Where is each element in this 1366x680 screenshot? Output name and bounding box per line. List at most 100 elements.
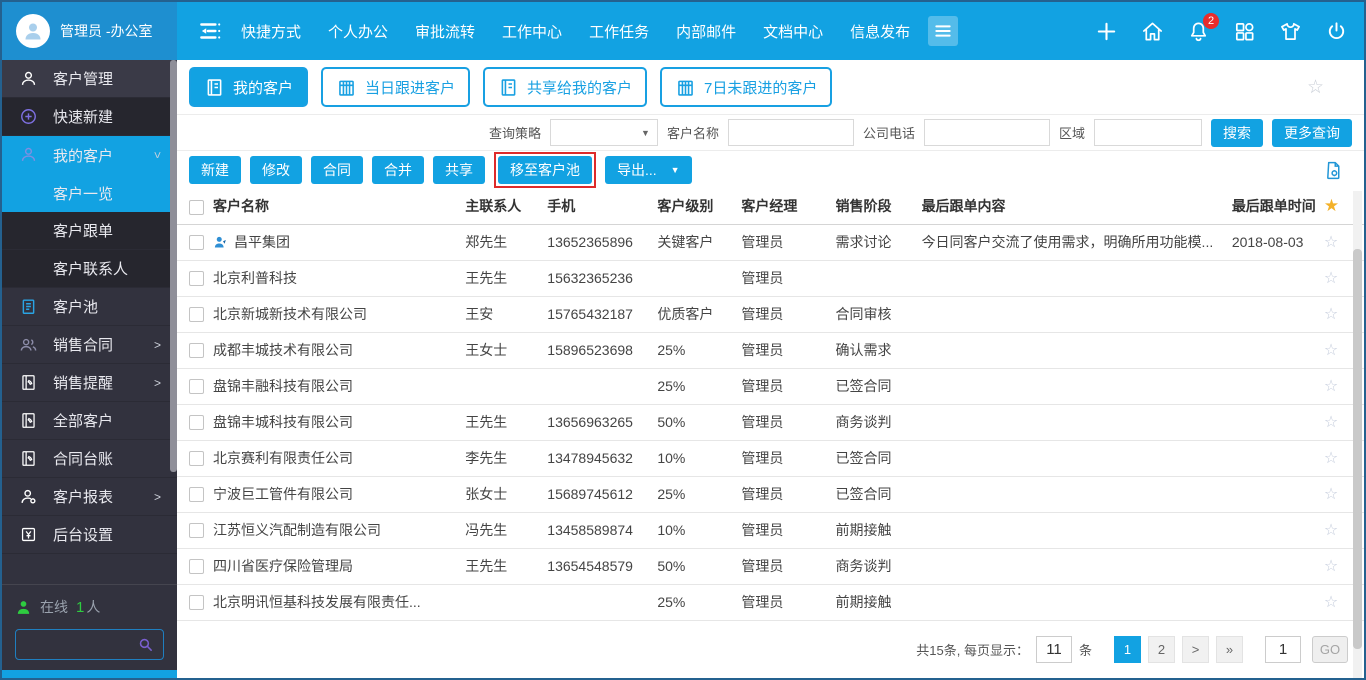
tab-my-customers[interactable]: 我的客户 (189, 67, 308, 107)
sidebar-item-sales-reminder[interactable]: 销售提醒 > (2, 364, 177, 402)
nav-item[interactable]: 快捷方式 (241, 21, 301, 42)
apps-grid-icon[interactable] (1233, 20, 1256, 43)
row-star-icon[interactable]: ☆ (1324, 234, 1338, 251)
page-size-input[interactable] (1036, 636, 1072, 663)
customer-name[interactable]: 成都丰城技术有限公司 (213, 340, 353, 360)
tab-7days-not-followed[interactable]: 7日未跟进的客户 (660, 67, 832, 107)
star-header-icon[interactable]: ★ (1324, 196, 1339, 215)
row-checkbox[interactable] (189, 343, 204, 358)
sidebar-item-all-customers[interactable]: 全部客户 (2, 402, 177, 440)
row-star-icon[interactable]: ☆ (1324, 378, 1338, 395)
next-page-button[interactable]: > (1182, 636, 1209, 663)
page-1-button[interactable]: 1 (1114, 636, 1141, 663)
contract-button[interactable]: 合同 (311, 156, 363, 184)
share-button[interactable]: 共享 (433, 156, 485, 184)
table-row[interactable]: 盘锦丰城科技有限公司 王先生 13656963265 50% 管理员 商务谈判 … (177, 404, 1364, 440)
row-star-icon[interactable]: ☆ (1324, 522, 1338, 539)
customer-name[interactable]: 江苏恒义汽配制造有限公司 (213, 520, 381, 540)
table-row[interactable]: 北京新城新技术有限公司 王安 15765432187 优质客户 管理员 合同审核… (177, 296, 1364, 332)
hamburger-menu-button[interactable] (928, 16, 958, 46)
region-input[interactable] (1094, 119, 1202, 146)
sidebar-item-quick-create[interactable]: 快速新建 (2, 98, 177, 136)
row-star-icon[interactable]: ☆ (1324, 486, 1338, 503)
tab-shared-with-me[interactable]: 共享给我的客户 (483, 67, 647, 107)
company-phone-input[interactable] (924, 119, 1050, 146)
nav-item[interactable]: 信息发布 (850, 21, 910, 42)
customer-name[interactable]: 北京利普科技 (213, 268, 297, 288)
export-dropdown-button[interactable]: 导出... ▼ (605, 156, 692, 184)
search-button[interactable]: 搜索 (1211, 119, 1263, 147)
nav-item[interactable]: 内部邮件 (676, 21, 736, 42)
nav-item[interactable]: 个人办公 (328, 21, 388, 42)
row-checkbox[interactable] (189, 523, 204, 538)
sidebar-search-input[interactable] (25, 637, 137, 652)
row-star-icon[interactable]: ☆ (1324, 414, 1338, 431)
row-checkbox[interactable] (189, 379, 204, 394)
row-checkbox[interactable] (189, 415, 204, 430)
strategy-select[interactable]: ▼ (550, 119, 658, 146)
sidebar-item-customer-pool[interactable]: 客户池 (2, 288, 177, 326)
nav-item[interactable]: 文档中心 (763, 21, 823, 42)
customer-name[interactable]: 盘锦丰城科技有限公司 (213, 412, 353, 432)
sidebar-item-customer-report[interactable]: 客户报表 > (2, 478, 177, 516)
table-row[interactable]: 北京赛利有限责任公司 李先生 13478945632 10% 管理员 已签合同 … (177, 440, 1364, 476)
sidebar-item-sales-contract[interactable]: 销售合同 > (2, 326, 177, 364)
table-row[interactable]: 盘锦丰融科技有限公司 25% 管理员 已签合同 ☆ (177, 368, 1364, 404)
row-checkbox[interactable] (189, 271, 204, 286)
row-star-icon[interactable]: ☆ (1324, 270, 1338, 287)
table-scrollbar-thumb[interactable] (1353, 249, 1362, 649)
customer-name[interactable]: 四川省医疗保险管理局 (213, 556, 353, 576)
new-button[interactable]: 新建 (189, 156, 241, 184)
last-page-button[interactable]: » (1216, 636, 1243, 663)
sidebar-item-customer-mgmt[interactable]: 客户管理 (2, 60, 177, 98)
edit-button[interactable]: 修改 (250, 156, 302, 184)
go-button[interactable]: GO (1312, 636, 1348, 663)
add-icon[interactable] (1095, 20, 1118, 43)
user-menu[interactable]: 管理员 -办公室 (2, 2, 177, 60)
favorite-page-star-icon[interactable]: ☆ (1307, 76, 1324, 99)
table-row[interactable]: 四川省医疗保险管理局 王先生 13654548579 50% 管理员 商务谈判 … (177, 548, 1364, 584)
row-star-icon[interactable]: ☆ (1324, 450, 1338, 467)
export-settings-doc-icon[interactable] (1323, 160, 1344, 181)
table-row[interactable]: 昌平集团 郑先生 13652365896 关键客户 管理员 需求讨论 今日同客户… (177, 224, 1364, 260)
nav-item[interactable]: 工作任务 (589, 21, 649, 42)
sidebar-collapse-icon[interactable] (197, 18, 223, 44)
sidebar-item-backend-settings[interactable]: 后台设置 (2, 516, 177, 554)
search-icon[interactable] (137, 636, 154, 653)
table-row[interactable]: 成都丰城技术有限公司 王女士 15896523698 25% 管理员 确认需求 … (177, 332, 1364, 368)
row-star-icon[interactable]: ☆ (1324, 342, 1338, 359)
table-row[interactable]: 宁波巨工管件有限公司 张女士 15689745612 25% 管理员 已签合同 … (177, 476, 1364, 512)
nav-item[interactable]: 工作中心 (502, 21, 562, 42)
customer-name[interactable]: 昌平集团 (234, 232, 290, 252)
row-star-icon[interactable]: ☆ (1324, 306, 1338, 323)
sidebar-item-customer-follow[interactable]: 客户跟单 (2, 212, 177, 250)
sidebar-scrollbar[interactable] (170, 60, 177, 472)
table-scrollbar[interactable] (1353, 191, 1362, 679)
sidebar-item-customer-contacts[interactable]: 客户联系人 (2, 250, 177, 288)
more-query-button[interactable]: 更多查询 (1272, 119, 1352, 147)
customer-name[interactable]: 宁波巨工管件有限公司 (213, 484, 353, 504)
select-all-checkbox[interactable] (189, 200, 204, 215)
row-checkbox[interactable] (189, 487, 204, 502)
sidebar-item-contract-ledger[interactable]: 合同台账 (2, 440, 177, 478)
goto-page-input[interactable] (1265, 636, 1301, 663)
sidebar-item-my-customers[interactable]: 我的客户 > (2, 136, 177, 174)
row-checkbox[interactable] (189, 559, 204, 574)
table-row[interactable]: 江苏恒义汽配制造有限公司 冯先生 13458589874 10% 管理员 前期接… (177, 512, 1364, 548)
tab-today-followed[interactable]: 当日跟进客户 (321, 67, 470, 107)
customer-name-input[interactable] (728, 119, 854, 146)
customer-name[interactable]: 北京赛利有限责任公司 (213, 448, 353, 468)
row-checkbox[interactable] (189, 595, 204, 610)
table-row[interactable]: 北京明讯恒基科技发展有限责任... 25% 管理员 前期接触 ☆ (177, 584, 1364, 620)
sidebar-item-customer-list[interactable]: 客户一览 (2, 174, 177, 212)
move-to-pool-button[interactable]: 移至客户池 (498, 156, 592, 184)
page-2-button[interactable]: 2 (1148, 636, 1175, 663)
row-checkbox[interactable] (189, 451, 204, 466)
power-icon[interactable] (1325, 20, 1348, 43)
customer-name[interactable]: 盘锦丰融科技有限公司 (213, 376, 353, 396)
table-row[interactable]: 北京利普科技 王先生 15632365236 管理员 ☆ (177, 260, 1364, 296)
merge-button[interactable]: 合并 (372, 156, 424, 184)
customer-name[interactable]: 北京新城新技术有限公司 (213, 304, 367, 324)
notifications-bell-icon[interactable]: 2 (1187, 20, 1210, 43)
nav-item[interactable]: 审批流转 (415, 21, 475, 42)
